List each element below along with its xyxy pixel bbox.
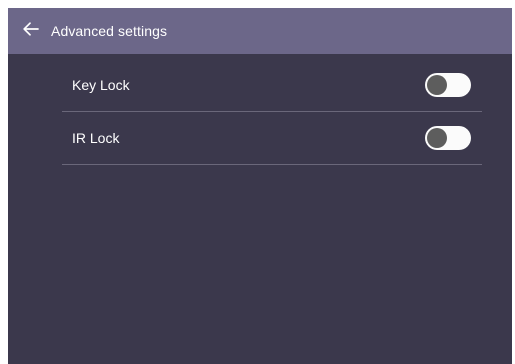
page-title: Advanced settings [51,23,168,39]
setting-label: Key Lock [72,77,130,93]
header-bar: Advanced settings [8,8,512,54]
ir-lock-toggle[interactable] [425,126,471,150]
key-lock-toggle[interactable] [425,73,471,97]
settings-list: Key Lock IR Lock [62,59,482,165]
setting-row-key-lock[interactable]: Key Lock [62,59,482,112]
toggle-knob [427,128,447,148]
settings-panel: Advanced settings Key Lock IR Lock [8,8,512,364]
back-button[interactable] [19,19,43,43]
toggle-knob [427,75,447,95]
setting-row-ir-lock[interactable]: IR Lock [62,112,482,165]
arrow-left-icon [23,21,39,41]
setting-label: IR Lock [72,130,120,146]
